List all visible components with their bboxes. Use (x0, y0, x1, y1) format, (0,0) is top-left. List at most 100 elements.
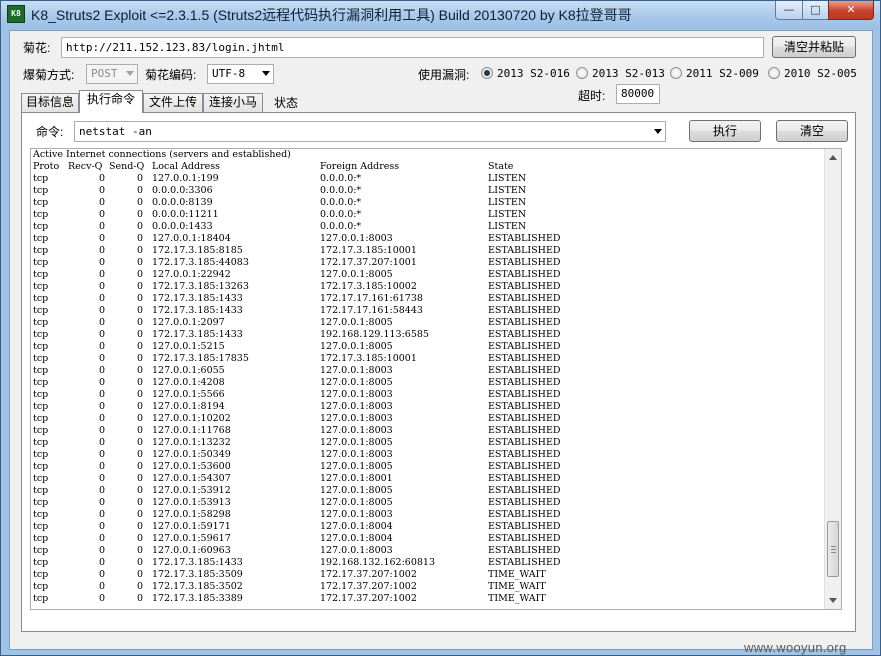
output-row: tcp 0 0 0.0.0.0:11211 0.0.0.0:* LISTEN (33, 209, 823, 221)
output-cell: 0 (137, 365, 144, 376)
output-cell: tcp (33, 425, 49, 436)
output-cell: ESTABLISHED (488, 425, 561, 436)
vuln-radio-s2-005[interactable] (768, 67, 780, 79)
tab-execute-command[interactable]: 执行命令 (79, 90, 143, 113)
clear-and-paste-button[interactable]: 清空并粘贴 (772, 36, 856, 58)
output-cell: tcp (33, 413, 49, 424)
status-label: 状态 (274, 96, 299, 110)
clear-button[interactable]: 清空 (776, 120, 848, 142)
tab-file-upload[interactable]: 文件上传 (143, 93, 203, 112)
output-cell: 0 (137, 509, 144, 520)
output-cell: 127.0.0.1:8005 (320, 269, 393, 280)
output-cell: tcp (33, 401, 49, 412)
output-cell: 0 (99, 509, 106, 520)
output-cell: 0 (137, 521, 144, 532)
vuln-option-label: 2011 S2-009 (686, 67, 759, 80)
output-cell: 0 (137, 533, 144, 544)
output-cell: 127.0.0.1:53600 (152, 461, 231, 472)
output-cell: 127.0.0.1:50349 (152, 449, 231, 460)
output-row: tcp 0 0 127.0.0.1:199 0.0.0.0:* LISTEN (33, 173, 823, 185)
output-cell: 172.17.3.185:13263 (152, 281, 249, 292)
output-cell: tcp (33, 533, 49, 544)
output-cell: ESTABLISHED (488, 329, 561, 340)
output-cell: 127.0.0.1:8001 (320, 473, 393, 484)
tab-connect-webshell[interactable]: 连接小马 (203, 93, 263, 112)
output-cell: 172.17.3.185:1433 (152, 305, 243, 316)
url-input[interactable]: http://211.152.123.83/login.jhtml (61, 37, 764, 58)
output-row: tcp 0 0 127.0.0.1:58298 127.0.0.1:8003 ESTABL… (33, 509, 823, 521)
output-row: tcp 0 0 172.17.3.185:13263 172.17.3.185:1000… (33, 281, 823, 293)
output-cell: 172.17.3.185:10001 (320, 245, 417, 256)
scroll-up-arrow-icon[interactable] (829, 155, 837, 160)
vuln-label: 使用漏洞: (418, 68, 470, 82)
output-row: tcp 0 0 127.0.0.1:53913 127.0.0.1:8005 ESTABL… (33, 497, 823, 509)
output-row: tcp 0 0 0.0.0.0:8139 0.0.0.0:* LISTEN (33, 197, 823, 209)
output-cell: LISTEN (488, 209, 527, 220)
encoding-value: UTF-8 (212, 67, 246, 80)
output-cell: ESTABLISHED (488, 281, 561, 292)
output-cell: ESTABLISHED (488, 269, 561, 280)
timeout-label: 超时: (578, 89, 606, 103)
output-cell: TIME_WAIT (488, 593, 546, 604)
output-cell: tcp (33, 521, 49, 532)
output-cell: 0.0.0.0:* (320, 185, 362, 196)
output-cell: 0 (137, 401, 144, 412)
output-header: Active Internet connections (servers and… (33, 149, 291, 160)
output-cell: 0 (99, 497, 106, 508)
output-cell: 127.0.0.1:60963 (152, 545, 231, 556)
execute-button[interactable]: 执行 (689, 120, 761, 142)
title-bar[interactable]: K8 K8_Struts2 Exploit <=2.3.1.5 (Struts2… (1, 1, 880, 29)
encoding-label: 菊花编码: (145, 68, 197, 82)
output-row: tcp 0 0 0.0.0.0:1433 0.0.0.0:* LISTEN (33, 221, 823, 233)
timeout-input[interactable]: 80000 (616, 84, 660, 104)
command-output-area[interactable]: Active Internet connections (servers and… (30, 148, 842, 610)
output-cell: 0 (99, 449, 106, 460)
output-cell: 172.17.3.185:3389 (152, 593, 243, 604)
output-row: tcp 0 0 127.0.0.1:5566 127.0.0.1:8003 ESTABLI… (33, 389, 823, 401)
output-cell: 0 (137, 581, 144, 592)
tab-target-info[interactable]: 目标信息 (21, 93, 79, 112)
close-icon: ✕ (846, 3, 856, 16)
command-input[interactable]: netstat -an (74, 121, 666, 142)
output-cell: 0 (99, 593, 106, 604)
output-cell: 0 (99, 521, 106, 532)
encoding-select[interactable]: UTF-8 (207, 64, 274, 84)
output-scrollbar[interactable] (824, 149, 841, 609)
output-cell: 192.168.132.162:60813 (320, 557, 436, 568)
output-cell: 127.0.0.1:8005 (320, 461, 393, 472)
output-cell: tcp (33, 377, 49, 388)
output-cell: ESTABLISHED (488, 533, 561, 544)
output-row: tcp 0 0 127.0.0.1:4208 127.0.0.1:8005 ESTABLI… (33, 377, 823, 389)
output-cell: 127.0.0.1:199 (152, 173, 219, 184)
output-cell: 0 (137, 377, 144, 388)
output-cell: ESTABLISHED (488, 545, 561, 556)
output-cell: 0 (137, 557, 144, 568)
output-row: tcp 0 0 127.0.0.1:53600 127.0.0.1:8005 ESTABL… (33, 461, 823, 473)
vuln-radio-s2-016[interactable] (481, 67, 493, 79)
output-cell: 172.17.3.185:1433 (152, 329, 243, 340)
vuln-radio-s2-013[interactable] (576, 67, 588, 79)
output-cell: 0 (99, 233, 106, 244)
output-cell: 127.0.0.1:8003 (320, 413, 393, 424)
output-cell: ESTABLISHED (488, 557, 561, 568)
output-cell: 0 (137, 425, 144, 436)
output-cell: 0 (137, 305, 144, 316)
scroll-down-arrow-icon[interactable] (829, 598, 837, 603)
method-select[interactable]: POST (86, 64, 138, 84)
close-button[interactable]: ✕ (828, 1, 874, 20)
scrollbar-thumb[interactable] (827, 521, 839, 577)
output-row: tcp 0 0 172.17.3.185:3509 172.17.37.207:1002… (33, 569, 823, 581)
output-cell: tcp (33, 257, 49, 268)
output-cell: 0 (137, 329, 144, 340)
output-cell: ESTABLISHED (488, 377, 561, 388)
minimize-button[interactable]: — (775, 1, 803, 20)
output-cell: 0 (137, 293, 144, 304)
output-rows: tcp 0 0 127.0.0.1:199 0.0.0.0:* LISTEN tcp 0 0 0.… (33, 173, 823, 605)
vuln-radio-s2-009[interactable] (670, 67, 682, 79)
output-cell: tcp (33, 581, 49, 592)
output-cell: 172.17.3.185:3509 (152, 569, 243, 580)
maximize-button[interactable]: □ (802, 1, 829, 20)
output-cell: 127.0.0.1:59171 (152, 521, 231, 532)
output-cell: tcp (33, 389, 49, 400)
column-header: Foreign Address (320, 161, 400, 172)
